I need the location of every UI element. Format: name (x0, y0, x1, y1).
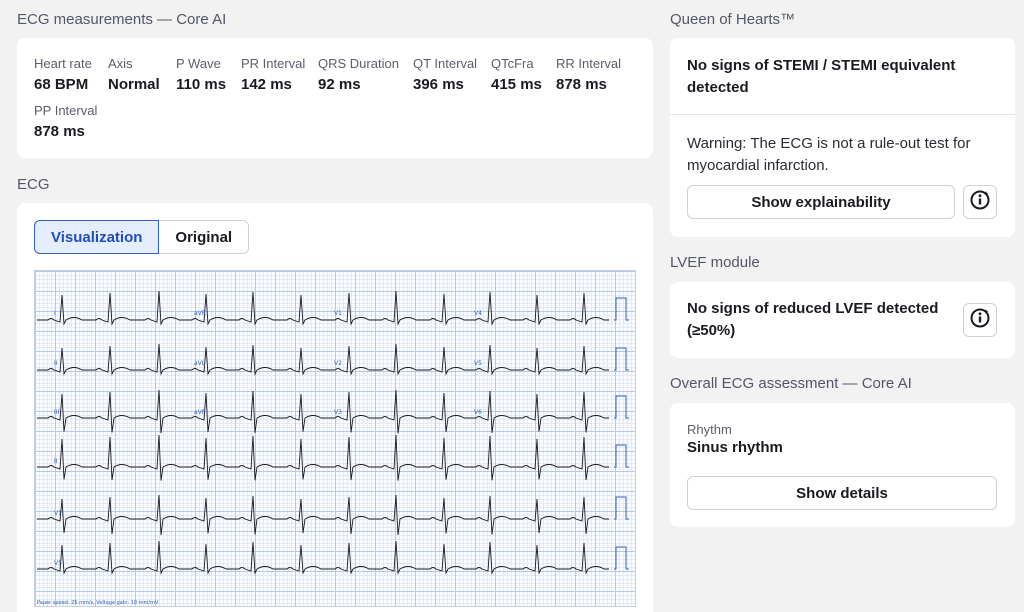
lead-label: V6 (474, 409, 482, 416)
measurement-value: 415 ms (491, 76, 542, 93)
lvef-card: No signs of reduced LVEF detected (≥50%) (670, 282, 1015, 358)
tab-visualization[interactable]: Visualization (34, 220, 160, 254)
measurement-pp-interval: PP Interval 878 ms (34, 103, 97, 140)
lead-label: V3 (334, 409, 342, 416)
ecg-view-tabs: Visualization Original (34, 220, 250, 254)
ecg-trace (37, 540, 609, 575)
ecg-trace (37, 494, 609, 536)
divider (670, 114, 1015, 115)
calibration-pulse (614, 496, 629, 520)
ecg-trace (37, 389, 609, 434)
measurement-pr-interval: PR Interval 142 ms (241, 56, 305, 93)
lead-label: II (54, 360, 58, 367)
calibration-pulse (614, 444, 629, 468)
measurement-qtcfra: QTcFra 415 ms (491, 56, 542, 93)
overall-card: Rhythm Sinus rhythm Show details (670, 403, 1015, 527)
info-icon (969, 189, 991, 216)
lead-label: III (54, 409, 60, 416)
measurement-label: PR Interval (241, 56, 306, 71)
measurement-value: 92 ms (318, 76, 361, 93)
measurement-label: QT Interval (413, 56, 478, 71)
qoh-warning: Warning: The ECG is not a rule-out test … (687, 135, 971, 174)
measurement-axis: Axis Normal (108, 56, 160, 93)
measurement-label: P Wave (176, 56, 221, 71)
measurement-label: Heart rate (34, 56, 92, 71)
qoh-title: Queen of Hearts™ (670, 11, 796, 28)
measurement-value: 142 ms (241, 76, 292, 93)
lead-label: V1 (334, 310, 342, 317)
calibration-pulse (614, 395, 629, 419)
measurement-value: 878 ms (34, 123, 85, 140)
ecg-footer: Paper speed: 25 mm/s, Voltage gain: 10 m… (37, 600, 159, 606)
measurement-label: RR Interval (556, 56, 622, 71)
measurement-p-wave: P Wave 110 ms (176, 56, 226, 93)
calibration-pulse (614, 546, 629, 570)
calibration-pulse (614, 297, 629, 321)
show-explainability-button[interactable]: Show explainability (687, 185, 955, 219)
tab-original[interactable]: Original (159, 220, 250, 254)
lead-label: aVF (194, 409, 206, 416)
lvef-info-button[interactable] (963, 303, 997, 337)
measurement-qrs-duration: QRS Duration 92 ms (318, 56, 399, 93)
measurements-card: Heart rate 68 BPM Axis Normal P Wave 110… (17, 38, 653, 158)
lead-label: V5 (474, 360, 482, 367)
show-details-button[interactable]: Show details (687, 476, 997, 510)
calibration-pulse (614, 347, 629, 371)
qoh-card: No signs of STEMI / STEMI equivalent det… (670, 38, 1015, 237)
lead-label: V5 (54, 560, 62, 567)
overall-title: Overall ECG assessment — Core AI (670, 375, 912, 392)
measurement-label: Axis (108, 56, 133, 71)
ecg-traces (37, 290, 629, 575)
qoh-result: No signs of STEMI / STEMI equivalent det… (687, 57, 956, 96)
lead-label: V2 (334, 360, 342, 367)
measurement-label: QTcFra (491, 56, 534, 71)
ecg-strip: I aVR V1 V4 II aVL V2 V5 III aVF V3 V6 I… (34, 270, 636, 607)
info-button[interactable] (963, 185, 997, 219)
lead-label: I (54, 310, 56, 317)
measurement-value: 878 ms (556, 76, 607, 93)
lead-label: V4 (474, 310, 482, 317)
measurement-value: 110 ms (176, 76, 227, 93)
lead-label: II (54, 458, 58, 465)
measurement-value: Normal (108, 76, 160, 93)
measurement-heart-rate: Heart rate 68 BPM (34, 56, 92, 93)
lead-label: V1 (54, 510, 62, 517)
ecg-trace (37, 434, 609, 481)
lead-label: aVR (194, 310, 206, 317)
lvef-result: No signs of reduced LVEF detected (≥50%) (687, 300, 939, 339)
measurement-label: QRS Duration (318, 56, 399, 71)
lead-label: aVL (194, 360, 206, 367)
measurement-value: 396 ms (413, 76, 464, 93)
info-icon (969, 307, 991, 334)
measurement-rr-interval: RR Interval 878 ms (556, 56, 621, 93)
rhythm-value: Sinus rhythm (687, 439, 783, 456)
measurement-label: PP Interval (34, 103, 98, 118)
ecg-trace (37, 290, 609, 326)
ecg-title: ECG (17, 176, 50, 193)
ecg-trace (37, 343, 609, 376)
measurement-value: 68 BPM (34, 76, 89, 93)
rhythm-label: Rhythm (687, 422, 732, 437)
lvef-title: LVEF module (670, 254, 760, 271)
measurements-title: ECG measurements — Core AI (17, 11, 227, 28)
measurement-qt-interval: QT Interval 396 ms (413, 56, 477, 93)
